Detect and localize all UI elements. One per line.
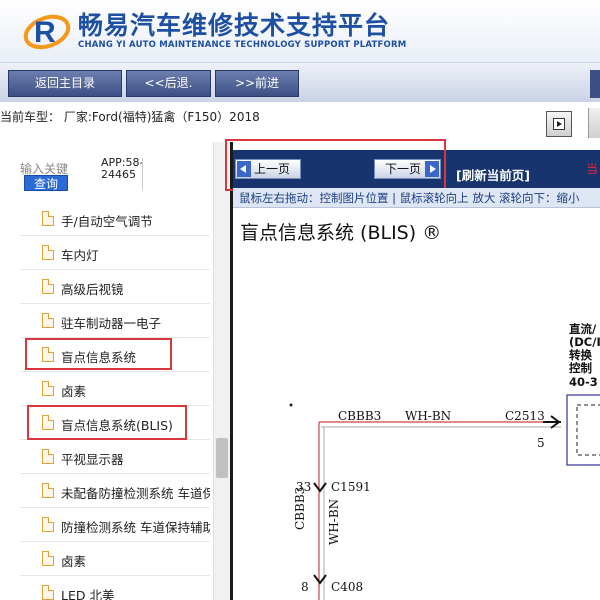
file-icon (42, 449, 54, 464)
highlight-box (225, 139, 446, 191)
file-icon (42, 245, 54, 260)
connector-c408-label: C408 (331, 580, 364, 594)
scroll-thumb[interactable] (216, 438, 228, 478)
module-inner-box (576, 404, 600, 456)
tree-item[interactable]: 驻车制动器一电子 (20, 304, 210, 338)
tree-item[interactable]: 手/自动空气调节 (20, 202, 210, 236)
tree-item-label: 防撞检测系统 车道保持辅助 (61, 520, 210, 535)
sidebar-scrollbar[interactable] (213, 142, 230, 600)
diagram-title: 盲点信息系统 (BLIS) ® (240, 222, 442, 244)
back-button[interactable]: <<后退. (126, 70, 211, 97)
file-icon (42, 551, 54, 566)
app-id-line2: 24465 (101, 168, 136, 181)
tree-item[interactable]: LED 北美 (20, 576, 210, 600)
tree-item-label: LED 北美 (61, 588, 115, 600)
tree-item-label: 未配备防撞检测系统 车道保 (61, 486, 210, 501)
svg-text:R: R (34, 16, 56, 49)
dot (289, 403, 293, 407)
toolbar-edge (590, 70, 600, 98)
sidebar: 输入关键 查询 APP:58- 24465 手/自动空气调节 车内灯 高级后视镜… (0, 142, 230, 600)
search-button[interactable]: 查询 (24, 175, 68, 191)
current-page-label: 当 (586, 162, 599, 176)
file-icon (42, 585, 54, 600)
module-label-4: 控制 (569, 361, 592, 375)
file-icon (42, 381, 54, 396)
home-button[interactable]: 返回主目录 (8, 70, 122, 97)
tree-item[interactable]: 车内灯 (20, 236, 210, 270)
tree-item[interactable]: 卤素 (20, 542, 210, 576)
wiring-lines (289, 394, 600, 600)
tree-item-label: 卤素 (61, 384, 87, 399)
tree-list: 手/自动空气调节 车内灯 高级后视镜 驻车制动器一电子 盲点信息系统 卤素 盲点… (20, 202, 210, 600)
tree-item[interactable]: 高级后视镜 (20, 270, 210, 304)
current-vehicle: 当前车型： 厂家:Ford(福特)猛禽（F150）2018 (0, 110, 260, 124)
connector-c2513-label: C2513 (505, 409, 545, 423)
vertical-color-label: WH-BN (327, 498, 341, 545)
toolbar: 返回主目录 <<后退. >>前进 (0, 62, 600, 102)
logo-icon: R (23, 14, 71, 50)
highlight-box (25, 338, 172, 370)
forward-button[interactable]: >>前进 (215, 70, 299, 97)
divider (142, 158, 143, 190)
connector-c1591-label: C1591 (331, 480, 371, 494)
tree-item-label: 驻车制动器一电子 (61, 316, 162, 331)
wire-circuit-label: CBBB3 (338, 409, 382, 423)
pin-8-label: 8 (301, 580, 309, 594)
highlight-box (27, 405, 187, 440)
refresh-button[interactable]: [刷新当前页] (456, 165, 530, 184)
module-label-5: 40-3 (569, 375, 598, 389)
tree-item[interactable]: 未配备防撞检测系统 车道保 (20, 474, 210, 508)
file-icon (42, 279, 54, 294)
page-title: 畅易汽车维修技术支持平台 (78, 11, 391, 40)
file-icon (42, 313, 54, 328)
file-icon (42, 517, 54, 532)
tree-item-label: 车内灯 (61, 248, 99, 263)
tree-item[interactable]: 防撞检测系统 车道保持辅助 (20, 508, 210, 542)
file-icon (42, 211, 54, 226)
play-icon[interactable] (546, 111, 572, 137)
app-root: R 畅易汽车维修技术支持平台 CHANG YI AUTO MAINTENANCE… (0, 0, 600, 600)
tree-item-label: 高级后视镜 (61, 282, 124, 297)
wiring-diagram[interactable]: 直流/ (DC/I 转换 控制 40-3 CBBB3 WH-BN C2513 5… (233, 260, 600, 600)
pin-5-label: 5 (537, 436, 545, 450)
tree-item[interactable]: 平视显示器 (20, 440, 210, 474)
file-icon (42, 483, 54, 498)
tree-item[interactable]: 卤素 (20, 372, 210, 406)
app-id: APP:58- 24465 (101, 157, 143, 181)
tree-item-label: 手/自动空气调节 (61, 214, 153, 229)
tree-item-label: 平视显示器 (61, 452, 124, 467)
page-subtitle: CHANG YI AUTO MAINTENANCE TECHNOLOGY SUP… (78, 40, 407, 50)
wire-color-label: WH-BN (405, 409, 452, 423)
vertical-circuit-label: CBBB3 (293, 486, 307, 530)
tree-item-label: 卤素 (61, 554, 87, 569)
header: R 畅易汽车维修技术支持平台 CHANG YI AUTO MAINTENANCE… (0, 0, 600, 62)
hint-bar: 鼠标左右拖动：控制图片位置 | 鼠标滚轮向上 放大 滚轮向下：缩小 (233, 188, 600, 208)
panel-edge (588, 108, 600, 138)
